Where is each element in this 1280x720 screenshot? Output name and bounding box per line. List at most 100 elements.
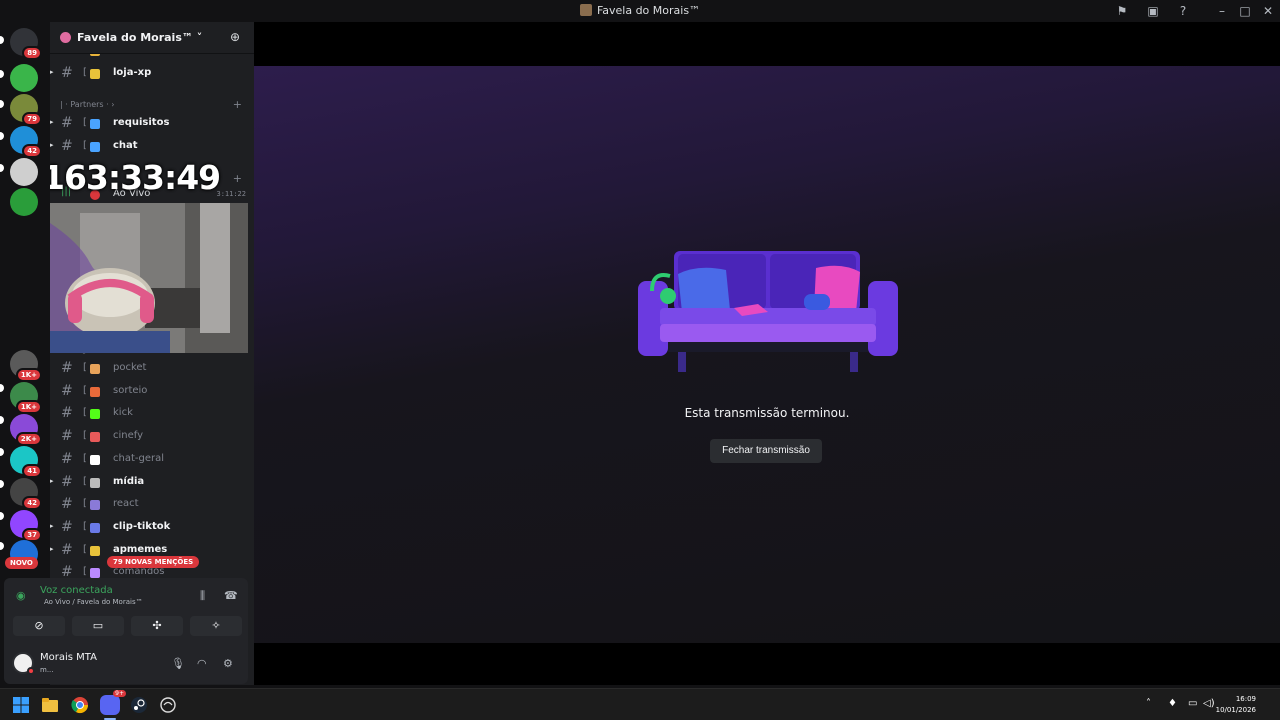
channel-sorteio[interactable]: # [sorteio bbox=[50, 381, 254, 403]
windows-start-icon[interactable] bbox=[11, 695, 31, 715]
server-badge: 1K+ bbox=[15, 368, 42, 382]
expand-arrow-icon[interactable]: ▸ bbox=[50, 477, 54, 485]
expand-arrow-icon[interactable]: ▸ bbox=[50, 545, 54, 553]
inbox-flag-icon[interactable]: ⚑ bbox=[1114, 3, 1130, 19]
expand-arrow-icon[interactable]: ▸ bbox=[50, 68, 54, 76]
tray-microphone-icon[interactable]: ♦ bbox=[1168, 698, 1177, 709]
server-icon[interactable]: 42 bbox=[10, 126, 42, 158]
server-badge: 42 bbox=[22, 496, 42, 510]
tray-volume-icon[interactable]: ◁) bbox=[1203, 698, 1215, 709]
server-icon[interactable]: 41 bbox=[10, 446, 42, 478]
activities-button[interactable]: ✣ bbox=[131, 616, 183, 636]
expand-arrow-icon[interactable]: ▸ bbox=[50, 522, 54, 530]
tray-network-icon[interactable]: ▭ bbox=[1188, 698, 1197, 709]
channel-emoji-icon bbox=[90, 477, 100, 488]
channel-pocket[interactable]: # [pocket bbox=[50, 358, 254, 380]
unread-pip bbox=[0, 480, 4, 488]
unread-pip bbox=[0, 132, 4, 140]
user-name[interactable]: Morais MTA bbox=[40, 652, 97, 663]
server-icon[interactable]: 37 bbox=[10, 510, 42, 542]
camera-off-button[interactable]: ⊘ bbox=[13, 616, 65, 636]
channel-emoji-icon bbox=[90, 142, 100, 152]
add-channel-icon[interactable]: + bbox=[233, 172, 242, 185]
channel-emoji-icon bbox=[90, 500, 100, 511]
unread-pip bbox=[0, 384, 4, 392]
channel-cinefy[interactable]: # [cinefy bbox=[50, 426, 254, 448]
channel-m-dia[interactable]: ▸ # [mídia bbox=[50, 472, 254, 494]
webcam-image bbox=[50, 203, 248, 353]
app-circle-icon[interactable] bbox=[158, 695, 178, 715]
channel-loja-xp[interactable]: ▸ # [loja-xp bbox=[50, 63, 254, 85]
settings-gear-icon[interactable]: ⚙ bbox=[223, 657, 233, 670]
new-mentions-pill[interactable]: 79 NOVAS MENÇÕES bbox=[107, 556, 200, 568]
discord-window: Favela do Morais™ ⚑ ▣ ? – □ ✕ 89 79 42 1K+ 1… bbox=[0, 0, 1280, 720]
server-icon[interactable]: 2K+ bbox=[10, 414, 42, 446]
server-icon[interactable]: 42 bbox=[10, 478, 42, 510]
voice-connected-subtitle[interactable]: Ao Vivo / Favela do Morais™ bbox=[44, 598, 143, 606]
microphone-icon[interactable]: 🎙 bbox=[171, 657, 185, 670]
headphones-icon[interactable]: ◠ bbox=[197, 657, 207, 670]
discord-taskbar-icon[interactable]: 9+ bbox=[100, 690, 126, 715]
channel-clip-tiktok[interactable]: ▸ # [clip-tiktok bbox=[50, 517, 254, 539]
text-channel-icon: # bbox=[61, 138, 73, 154]
channel-emoji-icon bbox=[90, 364, 100, 374]
voice-connected-title[interactable]: Voz conectada bbox=[40, 585, 113, 596]
server-icon[interactable]: 1K+ bbox=[10, 350, 42, 382]
help-icon[interactable]: ? bbox=[1175, 3, 1191, 19]
guild-icon bbox=[60, 32, 71, 43]
invite-member-icon[interactable]: ⊕ bbox=[230, 30, 240, 44]
unread-pip bbox=[0, 448, 4, 456]
bracket-decoration: [ bbox=[83, 520, 87, 532]
close-stream-button[interactable]: Fechar transmissão bbox=[710, 439, 822, 463]
minimize-icon[interactable]: – bbox=[1214, 3, 1230, 19]
channel-requisitos[interactable]: ▸ # [requisitos bbox=[50, 113, 254, 135]
bracket-decoration: [ bbox=[83, 498, 87, 510]
server-icon[interactable]: 79 bbox=[10, 94, 42, 126]
category-partners[interactable]: | · Partners · › bbox=[60, 100, 114, 109]
soundboard-button[interactable]: ✧ bbox=[190, 616, 242, 636]
channel-emoji-icon bbox=[90, 386, 100, 397]
server-icon[interactable] bbox=[10, 188, 38, 216]
voice-signal-icon[interactable]: ◉ bbox=[16, 589, 26, 602]
channel-kick[interactable]: # [kick bbox=[50, 403, 254, 425]
unread-pip bbox=[0, 542, 4, 550]
channel-chat[interactable]: ▸ # [chat bbox=[50, 136, 254, 158]
maximize-icon[interactable]: □ bbox=[1237, 3, 1253, 19]
screen-share-button[interactable]: ▭ bbox=[72, 616, 124, 636]
noise-suppression-icon[interactable]: ⫼ bbox=[200, 589, 205, 603]
novo-badge[interactable]: NOVO bbox=[5, 557, 38, 569]
chrome-icon[interactable] bbox=[70, 695, 90, 715]
disconnect-icon[interactable]: ☎ bbox=[224, 589, 238, 602]
server-icon[interactable] bbox=[10, 64, 38, 92]
inbox-icon[interactable]: ▣ bbox=[1145, 3, 1161, 19]
server-icon[interactable]: 89 bbox=[10, 28, 42, 60]
window-title: Favela do Morais™ bbox=[0, 4, 1280, 17]
add-channel-icon[interactable]: + bbox=[233, 98, 242, 111]
couch-illustration bbox=[638, 251, 898, 372]
unread-pip bbox=[0, 100, 4, 108]
bracket-decoration: [ bbox=[83, 475, 87, 487]
server-badge: 41 bbox=[22, 464, 42, 478]
server-icon[interactable]: 1K+ bbox=[10, 382, 42, 414]
stream-bottom-bar bbox=[254, 643, 1280, 685]
stream-stage: Esta transmissão terminou. Fechar transm… bbox=[254, 66, 1280, 643]
file-explorer-icon[interactable] bbox=[40, 695, 60, 715]
expand-arrow-icon[interactable]: ▸ bbox=[50, 118, 54, 126]
server-badge: 89 bbox=[22, 46, 42, 60]
tray-chevron-up-icon[interactable]: ˄ bbox=[1146, 698, 1151, 709]
steam-icon[interactable] bbox=[129, 695, 149, 715]
expand-arrow-icon[interactable]: ▸ bbox=[50, 141, 54, 149]
channel-name: kick bbox=[113, 407, 133, 419]
voice-duration: 3:11:22 bbox=[216, 190, 246, 198]
avatar[interactable] bbox=[12, 652, 35, 675]
taskbar-badge: 9+ bbox=[113, 690, 126, 697]
guild-header[interactable]: Favela do Morais™ ˅ ⊕ bbox=[50, 22, 254, 54]
windows-taskbar: 9+ ˄ ♦ ▭ ◁) 16:09 10/01/2026 bbox=[0, 688, 1280, 720]
channel-chat-geral[interactable]: # [chat-geral bbox=[50, 449, 254, 471]
taskbar-clock[interactable]: 16:09 10/01/2026 bbox=[1216, 694, 1256, 716]
close-icon[interactable]: ✕ bbox=[1260, 3, 1276, 19]
text-channel-icon: # bbox=[61, 382, 73, 399]
server-icon[interactable] bbox=[10, 158, 38, 186]
channel-react[interactable]: # [react bbox=[50, 494, 254, 516]
server-badge: 79 bbox=[22, 112, 42, 126]
